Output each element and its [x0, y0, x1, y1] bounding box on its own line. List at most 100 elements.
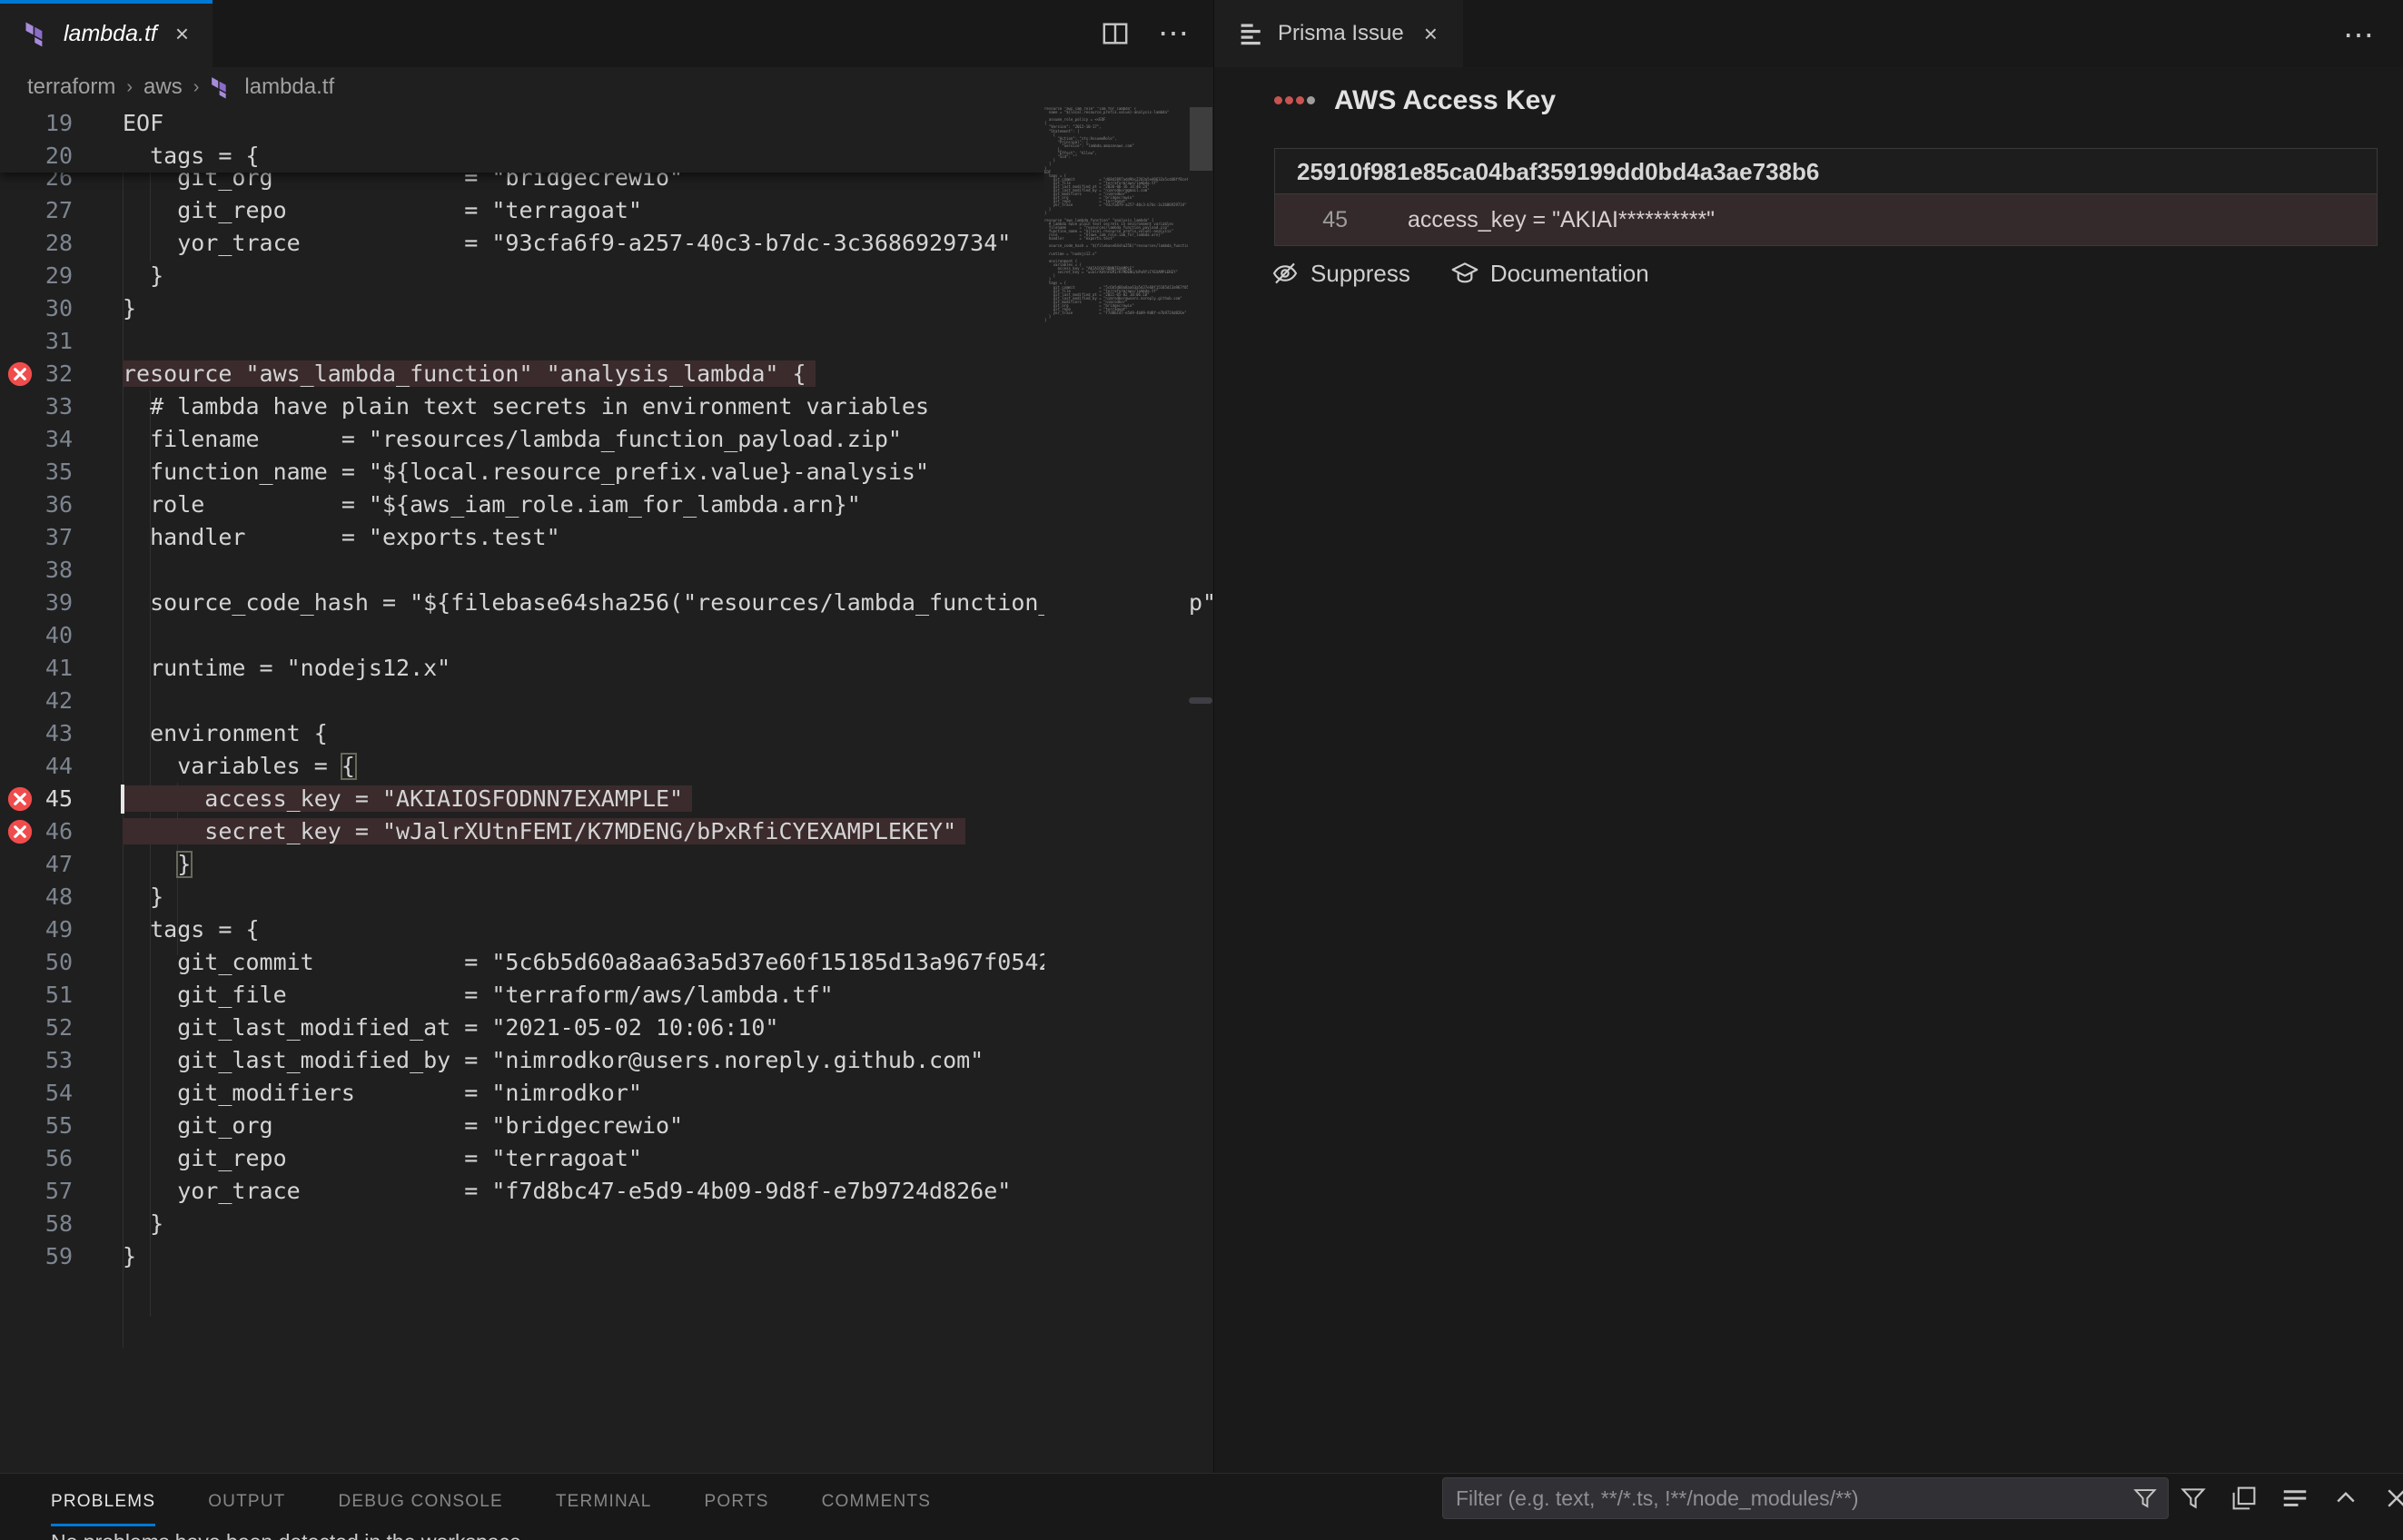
issue-title: AWS Access Key [1334, 85, 1556, 116]
code-line-48[interactable]: 48 } [0, 881, 1044, 913]
code-line-50[interactable]: 50 git_commit = "5c6b5d60a8aa63a5d37e60f… [0, 946, 1044, 979]
code-line-39[interactable]: 39 source_code_hash = "${filebase64sha25… [0, 587, 1044, 619]
close-tab-icon[interactable]: × [175, 20, 189, 48]
code-line-37[interactable]: 37 handler = "exports.test" [0, 521, 1044, 554]
code-line-46[interactable]: 46 secret_key = "wJalrXUtnFEMI/K7MDENG/b… [0, 815, 1044, 848]
prisma-list-icon [1240, 22, 1263, 45]
code-text: handler = "exports.test" [123, 521, 560, 554]
panel-tab-problems[interactable]: PROBLEMS [51, 1474, 155, 1530]
code-line-33[interactable]: 33 # lambda have plain text secrets in e… [0, 390, 1044, 423]
documentation-button[interactable]: Documentation [1450, 259, 1649, 288]
code-line-29[interactable]: 29 } [0, 260, 1044, 292]
panel-tab-debug-console[interactable]: DEBUG CONSOLE [339, 1474, 503, 1530]
eye-off-icon [1271, 259, 1300, 288]
code-text: resource "aws_lambda_function" "analysis… [123, 358, 816, 390]
minimap-content: resource "aws_iam_role" "iam_for_lambda"… [1044, 107, 1188, 322]
filter-input[interactable] [1443, 1486, 2133, 1511]
filter-icon[interactable] [2180, 1485, 2207, 1512]
code-line-56[interactable]: 56 git_repo = "terragoat" [0, 1142, 1044, 1175]
breadcrumb-separator: › [126, 77, 133, 98]
code-line-44[interactable]: 44 variables = { [0, 750, 1044, 783]
code-line-20[interactable]: 20 tags = { [0, 140, 1044, 173]
maximize-panel-icon[interactable] [2332, 1485, 2359, 1512]
code-line-57[interactable]: 57 yor_trace = "f7d8bc47-e5d9-4b09-9d8f-… [0, 1175, 1044, 1208]
breadcrumb-item-terraform[interactable]: terraform [27, 74, 115, 100]
more-actions-icon[interactable]: ⋯ [1160, 20, 1187, 47]
panel-tab-ports[interactable]: PORTS [705, 1474, 769, 1530]
code-line-35[interactable]: 35 function_name = "${local.resource_pre… [0, 456, 1044, 489]
line-number: 38 [0, 554, 73, 587]
line-number: 28 [0, 227, 73, 260]
issue-code-row[interactable]: 45 access_key = "AKIAI**********" [1275, 194, 2377, 245]
breadcrumb-separator: › [193, 77, 200, 98]
code-line-36[interactable]: 36 role = "${aws_iam_role.iam_for_lambda… [0, 489, 1044, 521]
code-line-52[interactable]: 52 git_last_modified_at = "2021-05-02 10… [0, 1012, 1044, 1044]
more-actions-icon[interactable]: ⋯ [2345, 22, 2372, 49]
line-number: 30 [0, 292, 73, 325]
sash-handle[interactable] [1189, 697, 1212, 704]
code-line-45[interactable]: 45 access_key = "AKIAIOSFODNN7EXAMPLE" [0, 783, 1044, 815]
panel-tab-output[interactable]: OUTPUT [208, 1474, 285, 1530]
code-text: EOF [123, 107, 163, 140]
code-line-41[interactable]: 41 runtime = "nodejs12.x" [0, 652, 1044, 685]
code-text: tags = { [123, 140, 260, 173]
code-line-42[interactable]: 42 [0, 685, 1044, 717]
breadcrumb-item-aws[interactable]: aws [143, 74, 183, 100]
code-text: # lambda have plain text secrets in envi… [123, 390, 929, 423]
code-text: access_key = "AKIAIOSFODNN7EXAMPLE" [123, 783, 692, 815]
suppress-button[interactable]: Suppress [1271, 259, 1410, 288]
problems-filter [1442, 1477, 2169, 1519]
code-line-49[interactable]: 49 tags = { [0, 913, 1044, 946]
split-editor-icon[interactable] [1102, 20, 1129, 47]
line-number: 44 [0, 750, 73, 783]
line-number: 49 [0, 913, 73, 946]
code-line-32[interactable]: 32resource "aws_lambda_function" "analys… [0, 358, 1044, 390]
code-line-55[interactable]: 55 git_org = "bridgecrewio" [0, 1110, 1044, 1142]
panel-tab-comments[interactable]: COMMENTS [822, 1474, 931, 1530]
line-number: 46 [0, 815, 73, 848]
tab-lambda-tf[interactable]: lambda.tf × [0, 0, 213, 67]
side-tab-label: Prisma Issue [1278, 21, 1404, 46]
open-in-editor-icon[interactable] [2230, 1485, 2258, 1512]
code-line-53[interactable]: 53 git_last_modified_by = "nimrodkor@use… [0, 1044, 1044, 1077]
tab-prisma-issue[interactable]: Prisma Issue × [1214, 0, 1463, 67]
code-line-43[interactable]: 43 environment { [0, 717, 1044, 750]
code-line-28[interactable]: 28 yor_trace = "93cfa6f9-a257-40c3-b7dc-… [0, 227, 1044, 260]
line-number: 48 [0, 881, 73, 913]
severity-dot [1274, 96, 1282, 104]
breadcrumb-item-file[interactable]: lambda.tf [244, 74, 334, 100]
code-text: role = "${aws_iam_role.iam_for_lambda.ar… [123, 489, 861, 521]
line-number: 53 [0, 1044, 73, 1077]
code-line-40[interactable]: 40 [0, 619, 1044, 652]
vertical-scrollbar[interactable] [1190, 107, 1212, 171]
code-line-58[interactable]: 58 } [0, 1208, 1044, 1240]
code-line-19[interactable]: 19EOF [0, 107, 1044, 140]
code-line-59[interactable]: 59} [0, 1240, 1044, 1273]
code-line-47[interactable]: 47 } [0, 848, 1044, 881]
code-line-27[interactable]: 27 git_repo = "terragoat" [0, 194, 1044, 227]
code-line-30[interactable]: 30} [0, 292, 1044, 325]
code-text: git_org = "bridgecrewio" [123, 1110, 683, 1142]
line-number: 29 [0, 260, 73, 292]
code-line-31[interactable]: 31 [0, 325, 1044, 358]
code-text: git_file = "terraform/aws/lambda.tf" [123, 979, 834, 1012]
code-text: filename = "resources/lambda_function_pa… [123, 423, 902, 456]
tab-label: lambda.tf [64, 21, 157, 47]
funnel-icon[interactable] [2133, 1486, 2157, 1510]
close-panel-icon[interactable] [2383, 1485, 2403, 1512]
close-tab-icon[interactable]: × [1424, 20, 1438, 48]
issue-detail-box: 25910f981e85ca04baf359199dd0bd4a3ae738b6… [1274, 148, 2378, 246]
sticky-scroll: 19EOF20 tags = { [0, 107, 1044, 173]
code-line-34[interactable]: 34 filename = "resources/lambda_function… [0, 423, 1044, 456]
issue-actions: Suppress Documentation [1271, 259, 1649, 288]
minimap[interactable]: resource "aws_iam_role" "iam_for_lambda"… [1044, 107, 1188, 1473]
code-editor[interactable]: 26 git_org = "bridgecrewio"27 git_repo =… [0, 107, 1213, 1473]
code-line-54[interactable]: 54 git_modifiers = "nimrodkor" [0, 1077, 1044, 1110]
code-text: git_repo = "terragoat" [123, 1142, 642, 1175]
view-menu-icon[interactable] [2281, 1485, 2309, 1512]
line-number: 58 [0, 1208, 73, 1240]
panel-tab-terminal[interactable]: TERMINAL [556, 1474, 652, 1530]
code-text: git_last_modified_by = "nimrodkor@users.… [123, 1044, 984, 1077]
code-line-38[interactable]: 38 [0, 554, 1044, 587]
code-line-51[interactable]: 51 git_file = "terraform/aws/lambda.tf" [0, 979, 1044, 1012]
